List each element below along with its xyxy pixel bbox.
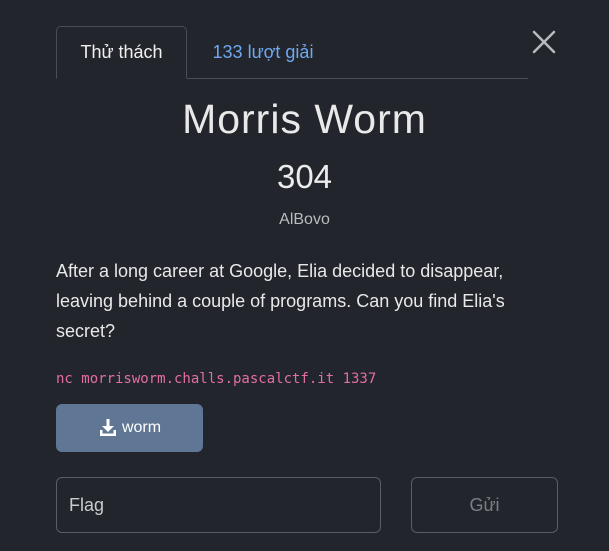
challenge-modal: Thử thách 133 lượt giải Morris Worm 304 …: [0, 0, 609, 551]
challenge-value: 304: [276, 158, 333, 195]
challenge-title: Morris Worm: [182, 96, 427, 142]
challenge-description: After a long career at Google, Elia deci…: [56, 261, 505, 341]
tab-solves[interactable]: 133 lượt giải: [198, 26, 328, 78]
download-icon: [99, 419, 116, 436]
close-button[interactable]: [531, 29, 557, 55]
close-icon: [532, 30, 556, 54]
challenge-author: AlBovo: [279, 211, 330, 228]
download-worm-label: worm: [121, 419, 162, 436]
flag-input[interactable]: [56, 477, 381, 533]
submit-button[interactable]: Gửi: [411, 477, 558, 533]
challenge-tabs: Thử thách 133 lượt giải: [56, 26, 528, 79]
download-worm-button[interactable]: worm: [56, 404, 203, 452]
tab-solves-label: 133 lượt giải: [212, 41, 314, 62]
tab-challenge-label: Thử thách: [80, 42, 163, 62]
tab-challenge[interactable]: Thử thách: [56, 26, 187, 79]
connection-command: nc morrisworm.challs.pascalctf.it 1337: [56, 371, 377, 387]
